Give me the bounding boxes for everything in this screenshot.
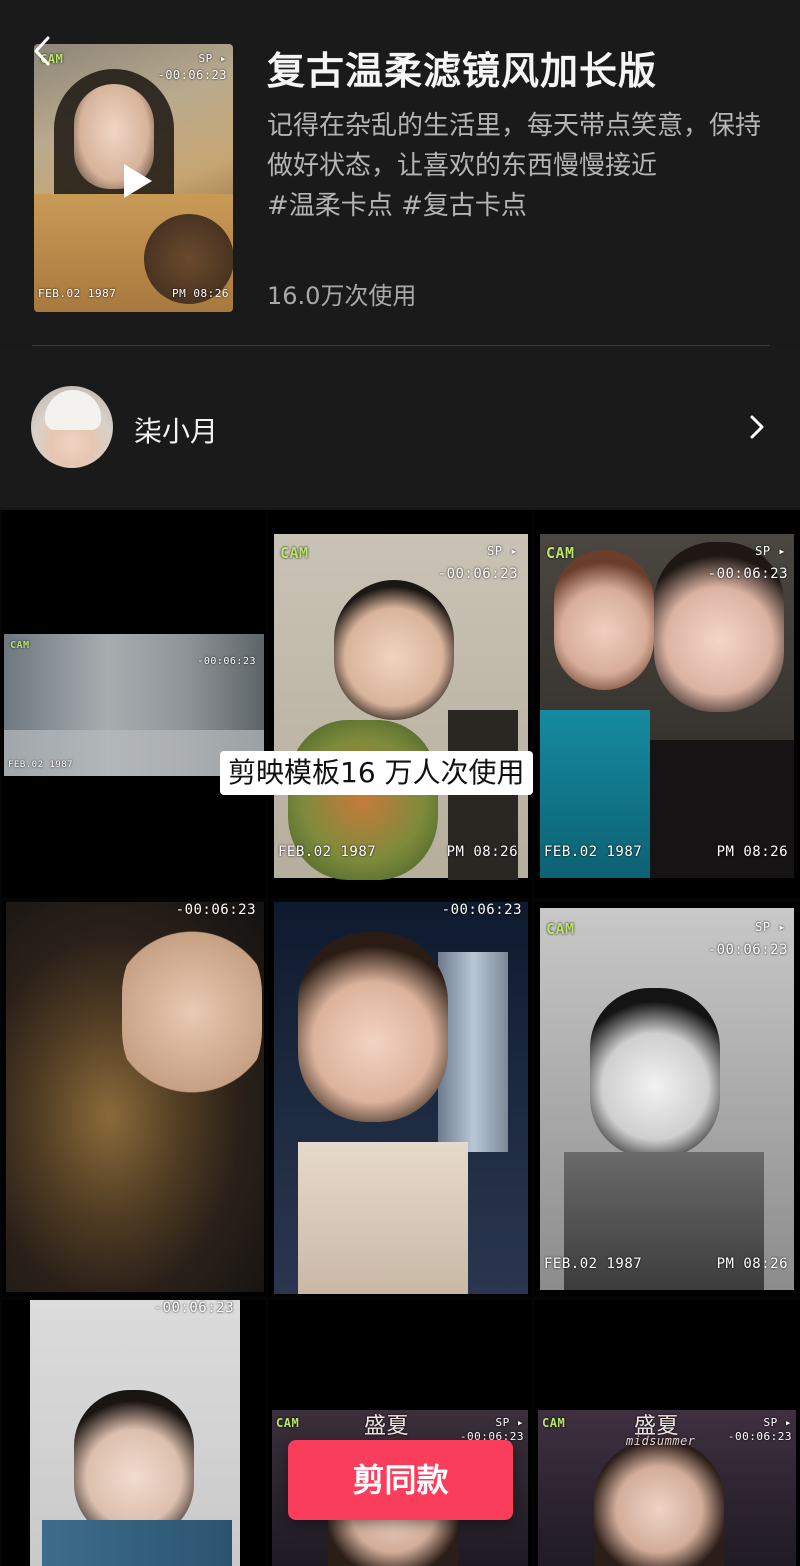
grid-video-tile[interactable]: CAM SP ▸ -00:06:23 FEB.02 1987 PM 08:26: [534, 902, 800, 1296]
cover-counter: -00:06:23: [157, 68, 227, 82]
tile-sp-label: SP ▸: [755, 920, 786, 934]
tile-date: FEB.02 1987: [278, 844, 377, 860]
grid-video-tile[interactable]: -00:06:23: [2, 1300, 266, 1566]
avatar[interactable]: [31, 386, 113, 468]
tile-time: PM 08:26: [716, 1256, 788, 1272]
cover-date: FEB.02 1987: [38, 287, 117, 300]
grid-video-tile[interactable]: CAM 盛夏 SP ▸ -00:06:23: [268, 1300, 532, 1566]
tile-counter: -00:06:23: [727, 1430, 792, 1443]
template-tags[interactable]: #温柔卡点 #复古卡点: [267, 191, 527, 221]
grid-video-tile[interactable]: CAM 盛夏 midsummer SP ▸ -00:06:23: [534, 1300, 800, 1566]
grid-video-tile[interactable]: CAM SP ▸ -00:06:23 FEB.02 1987 PM 08:26: [268, 510, 532, 898]
template-header: CAM SP ▸ -00:06:23 FEB.02 1987 PM 08:26 …: [0, 0, 800, 345]
author-name: 柒小月: [134, 415, 219, 448]
author-row[interactable]: 柒小月: [0, 346, 800, 508]
template-description: 记得在杂乱的生活里，每天带点笑意，保持做好状态，让喜欢的东西慢慢接近 #温柔卡点…: [267, 106, 777, 226]
tile-sp-label: SP ▸: [495, 1416, 524, 1429]
grid-video-tile[interactable]: -00:06:23: [268, 902, 532, 1296]
tile-counter: -00:06:23: [175, 902, 256, 918]
tile-cam-label: CAM: [542, 1416, 566, 1430]
tile-date: FEB.02 1987: [544, 844, 643, 860]
grid-video-tile[interactable]: CAM -00:06:23 FEB.02 1987: [2, 510, 266, 898]
grid-caption: 剪映模板16 万人次使用: [220, 751, 533, 795]
tile-cam-label: CAM: [10, 640, 30, 651]
cover-sp-label: SP ▸: [198, 52, 227, 65]
tile-watermark-sub: midsummer: [626, 1434, 696, 1448]
tile-date: FEB.02 1987: [544, 1256, 643, 1272]
cover-time: PM 08:26: [172, 287, 229, 300]
tile-sp-label: SP ▸: [755, 544, 786, 558]
tile-counter: -00:06:23: [437, 566, 518, 582]
tile-cam-label: CAM: [276, 1416, 300, 1430]
tile-cam-label: CAM: [280, 544, 309, 562]
play-icon[interactable]: [120, 162, 154, 200]
tile-sp-label: SP ▸: [487, 544, 518, 558]
use-template-button[interactable]: 剪同款: [288, 1440, 513, 1520]
chevron-right-icon: [750, 415, 764, 439]
tile-counter: -00:06:23: [153, 1300, 234, 1316]
tile-counter: -00:06:23: [197, 656, 256, 667]
back-arrow-icon: [34, 36, 50, 66]
tile-sp-label: SP ▸: [763, 1416, 792, 1429]
tile-date: FEB.02 1987: [8, 760, 74, 770]
grid-video-tile[interactable]: -00:06:23: [2, 902, 266, 1296]
tile-counter: -00:06:23: [707, 566, 788, 582]
usage-count: 16.0万次使用: [267, 282, 417, 310]
grid-video-tile[interactable]: CAM SP ▸ -00:06:23 FEB.02 1987 PM 08:26: [534, 510, 800, 898]
tile-cam-label: CAM: [546, 544, 575, 562]
tile-counter: -00:06:23: [441, 902, 522, 918]
tile-counter: -00:06:23: [707, 942, 788, 958]
video-grid: CAM -00:06:23 FEB.02 1987 CAM SP ▸ -00:0…: [0, 510, 800, 1566]
tile-time: PM 08:26: [446, 844, 518, 860]
tile-time: PM 08:26: [716, 844, 788, 860]
tile-watermark: 盛夏: [364, 1414, 410, 1439]
tile-cam-label: CAM: [546, 920, 575, 938]
back-button[interactable]: [28, 34, 58, 68]
template-title: 复古温柔滤镜风加长版: [267, 49, 658, 93]
description-text: 记得在杂乱的生活里，每天带点笑意，保持做好状态，让喜欢的东西慢慢接近: [267, 111, 762, 181]
template-cover-video[interactable]: CAM SP ▸ -00:06:23 FEB.02 1987 PM 08:26: [34, 44, 233, 312]
